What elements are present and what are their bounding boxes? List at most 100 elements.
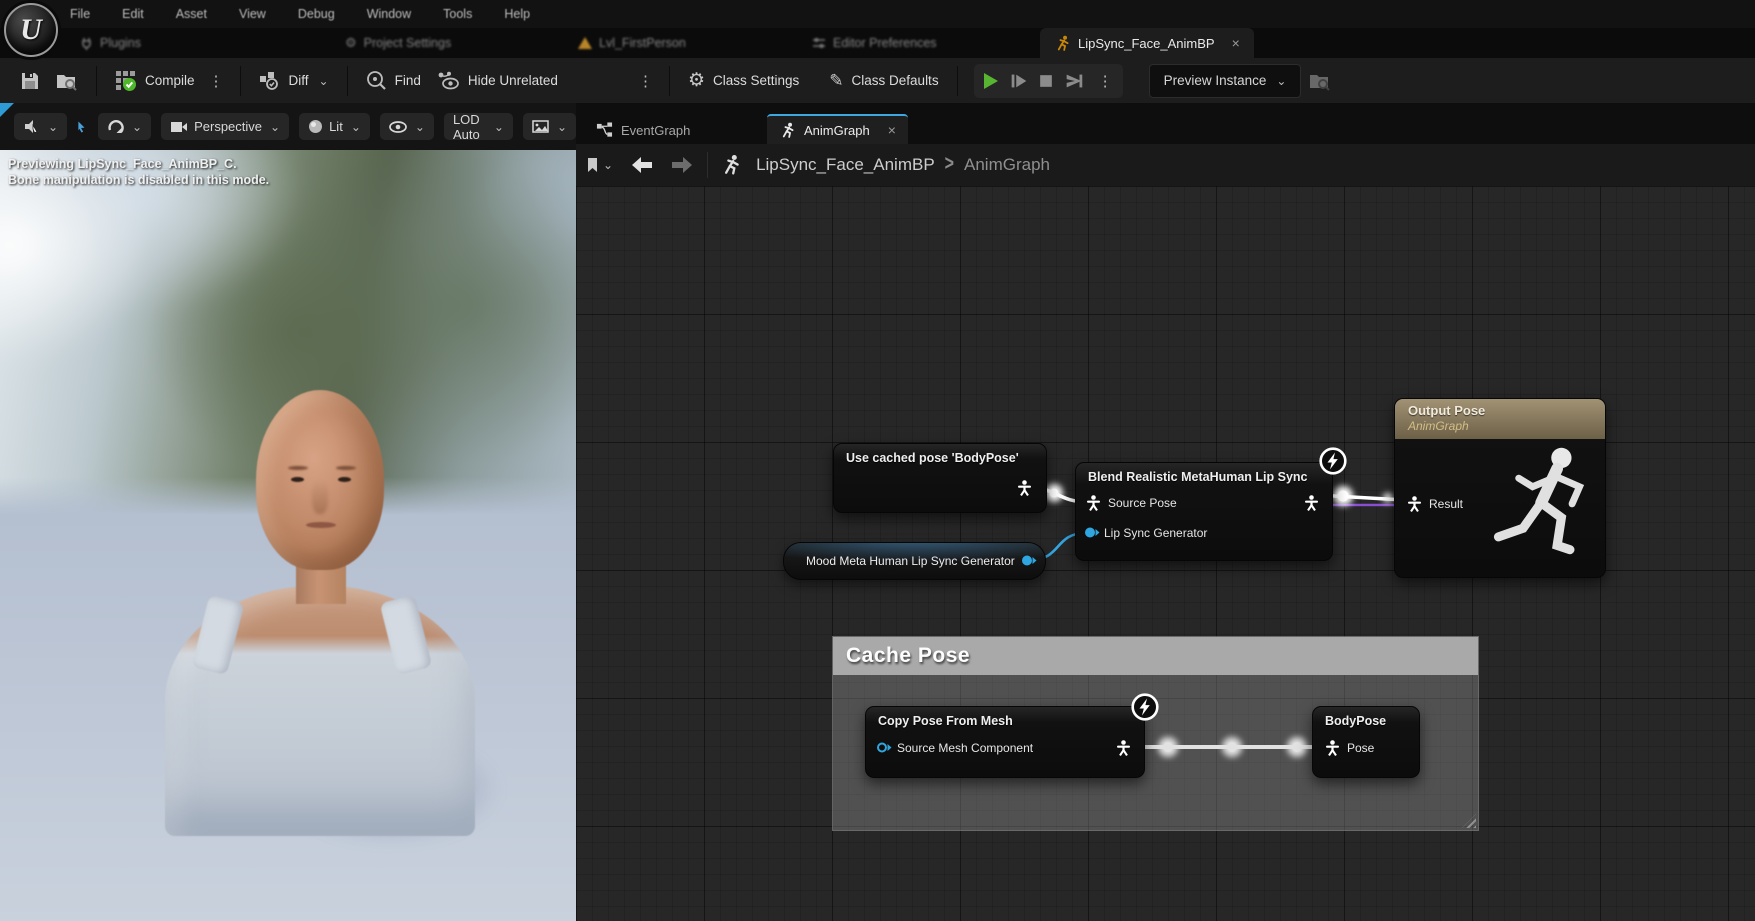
breadcrumb-root[interactable]: LipSync_Face_AnimBP (756, 155, 935, 175)
tab-level[interactable]: Lvl_FirstPerson (578, 28, 686, 58)
comment-header[interactable]: Cache Pose (833, 637, 1478, 675)
toolbar-separator (957, 66, 958, 96)
lod-dropdown[interactable]: LOD Auto ⌄ (444, 113, 513, 140)
compile-button[interactable]: Compile (107, 70, 203, 92)
bookmark-icon[interactable] (586, 157, 601, 174)
animgraph-canvas[interactable]: Cache Pose Use cached pose 'BodyPose' Bl… (576, 186, 1755, 921)
stop-button[interactable] (1036, 71, 1056, 91)
back-arrow-icon[interactable] (629, 156, 655, 174)
menu-asset[interactable]: Asset (176, 7, 207, 21)
bone-manipulation-text: Bone manipulation is disabled in this mo… (8, 172, 269, 188)
class-settings-button[interactable]: ⚙ Class Settings (680, 72, 807, 90)
menu-debug[interactable]: Debug (298, 7, 335, 21)
perspective-dropdown[interactable]: Perspective ⌄ (161, 113, 289, 140)
hide-unrelated-label: Hide Unrelated (468, 73, 558, 88)
hide-unrelated-options-kebab-icon[interactable]: ⋮ (632, 72, 659, 90)
tab-eventgraph[interactable]: EventGraph (584, 116, 702, 144)
chevron-down-icon: ⌄ (351, 124, 361, 130)
menu-bar: U File Edit Asset View Debug Window Tool… (0, 0, 1755, 28)
menu-view[interactable]: View (239, 7, 266, 21)
hide-unrelated-button[interactable]: Hide Unrelated (429, 71, 566, 91)
folder-search-icon (1309, 71, 1331, 91)
graph-tab-bar: EventGraph AnimGraph × (576, 103, 1755, 144)
node-output-pose[interactable]: Output Pose AnimGraph Result (1394, 398, 1606, 578)
menu-edit[interactable]: Edit (122, 7, 144, 21)
find-icon (366, 70, 387, 91)
close-tab-icon[interactable]: × (888, 122, 896, 138)
class-settings-label: Class Settings (713, 73, 799, 88)
viewport-mode-icon (23, 119, 40, 134)
previewing-text: Previewing LipSync_Face_AnimBP_C. (8, 156, 269, 172)
mannequin-figure (1480, 443, 1598, 571)
pose-input-pin[interactable] (1325, 740, 1340, 756)
viewport-3d-scene[interactable]: Previewing LipSync_Face_AnimBP_C. Bone m… (0, 150, 576, 921)
step-forward-button[interactable] (1008, 70, 1030, 92)
node-blend-metahuman-lipsync[interactable]: Blend Realistic MetaHuman Lip Sync Sourc… (1075, 462, 1333, 561)
generator-output-pin[interactable] (1021, 554, 1037, 567)
menu-window[interactable]: Window (367, 7, 411, 21)
gear-icon: ⚙ (688, 72, 705, 90)
hide-unrelated-eye-icon (437, 71, 460, 91)
menu-file[interactable]: File (70, 7, 90, 21)
save-icon (20, 71, 40, 91)
warning-icon (578, 37, 592, 49)
browse-preview-button[interactable] (1301, 71, 1339, 91)
close-tab-icon[interactable]: × (1232, 35, 1240, 51)
diff-icon (259, 71, 281, 91)
character-eye (338, 477, 351, 482)
fast-path-lightning-icon (1318, 446, 1348, 476)
save-button[interactable] (12, 71, 48, 91)
menu-tools[interactable]: Tools (443, 7, 472, 21)
find-button[interactable]: Find (358, 70, 429, 91)
viewport-status-overlay: Previewing LipSync_Face_AnimBP_C. Bone m… (8, 156, 269, 188)
event-graph-icon (596, 122, 613, 139)
preview-instance-dropdown[interactable]: Preview Instance ⌄ (1149, 64, 1302, 98)
show-flags-dropdown[interactable]: ⌄ (380, 113, 434, 140)
tab-animgraph[interactable]: AnimGraph × (767, 114, 908, 144)
compile-options-kebab-icon[interactable]: ⋮ (203, 72, 230, 90)
result-input-pin[interactable] (1407, 496, 1422, 512)
screenshot-dropdown[interactable]: ⌄ (523, 113, 576, 140)
tab-lipsync-face-animbp[interactable]: LipSync_Face_AnimBP × (1040, 28, 1254, 58)
browse-to-asset-button[interactable] (48, 71, 86, 91)
transform-rotate-dropdown[interactable]: ⌄ (98, 113, 151, 140)
forward-arrow-icon[interactable] (669, 156, 695, 174)
source-pose-input-pin[interactable] (1086, 495, 1101, 511)
chevron-down-icon: ⌄ (270, 124, 280, 130)
pose-output-pin[interactable] (1304, 495, 1319, 511)
tab-level-label: Lvl_FirstPerson (599, 36, 686, 50)
chevron-down-icon[interactable]: ⌄ (603, 162, 613, 168)
source-mesh-input-pin[interactable] (876, 741, 892, 754)
node-bodypose[interactable]: BodyPose Pose (1312, 706, 1420, 778)
unreal-editor-window: U File Edit Asset View Debug Window Tool… (0, 0, 1755, 921)
tab-project-settings-label: Project Settings (364, 36, 452, 50)
play-button[interactable] (978, 69, 1002, 93)
breadcrumb-current[interactable]: AnimGraph (964, 155, 1050, 175)
lip-sync-generator-label: Lip Sync Generator (1104, 526, 1207, 540)
lit-mode-dropdown[interactable]: Lit ⌄ (299, 113, 370, 140)
find-label: Find (395, 73, 421, 88)
tab-project-settings[interactable]: ⚙ Project Settings (345, 28, 451, 58)
diff-button[interactable]: Diff ⌄ (251, 71, 337, 91)
node-title: BodyPose (1313, 707, 1419, 728)
rotate-icon (107, 118, 124, 135)
select-arrow-icon[interactable] (77, 118, 88, 136)
character-eye (291, 477, 304, 482)
advance-button[interactable] (1062, 70, 1086, 92)
node-copy-pose-from-mesh[interactable]: Copy Pose From Mesh Source Mesh Componen… (865, 706, 1145, 778)
comment-resize-handle[interactable] (1462, 814, 1476, 828)
viewport-options-dropdown[interactable]: ⌄ (14, 113, 67, 140)
tab-plugins[interactable]: Plugins (80, 28, 141, 58)
tab-animgraph-label: AnimGraph (804, 123, 870, 138)
lip-sync-generator-input-pin[interactable] (1084, 526, 1100, 539)
toolbar-separator (96, 66, 97, 96)
node-mood-lipsync-generator[interactable]: Mood Meta Human Lip Sync Generator (783, 542, 1046, 580)
pose-output-pin[interactable] (1017, 480, 1032, 496)
node-use-cached-pose[interactable]: Use cached pose 'BodyPose' (833, 443, 1047, 513)
unreal-engine-logo-icon[interactable]: U (4, 3, 58, 57)
pose-output-pin[interactable] (1116, 740, 1131, 756)
menu-help[interactable]: Help (504, 7, 530, 21)
tab-editor-preferences[interactable]: Editor Preferences (812, 28, 937, 58)
class-defaults-button[interactable]: ✎ Class Defaults (821, 71, 946, 91)
simulation-options-kebab-icon[interactable]: ⋮ (1092, 72, 1119, 90)
